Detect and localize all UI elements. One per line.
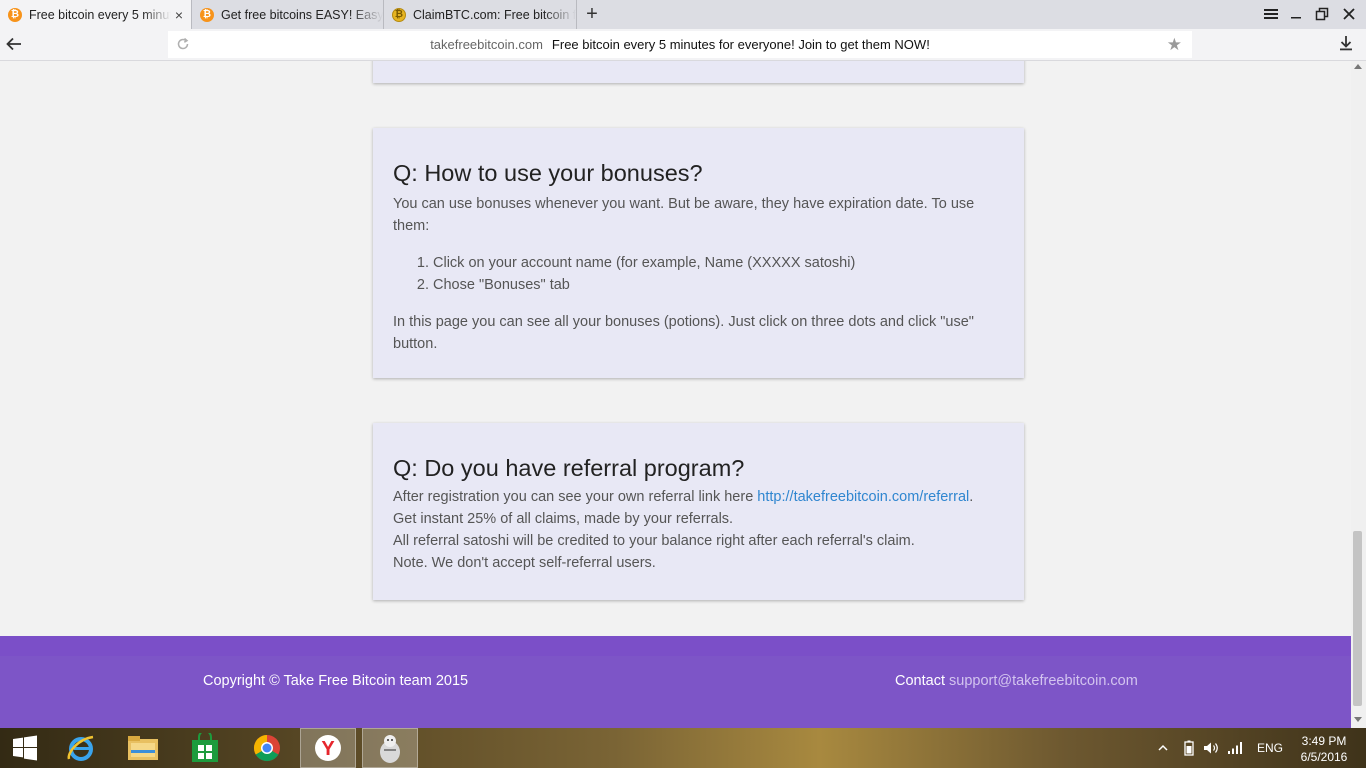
- network-signal-icon[interactable]: [1227, 728, 1243, 768]
- clock-date: 6/5/2016: [1300, 750, 1348, 764]
- tab-claimbtc[interactable]: ₿ ClaimBTC.com: Free bitcoin faucet: [384, 0, 577, 29]
- referral-link[interactable]: http://takefreebitcoin.com/referral: [757, 489, 969, 505]
- tab-easy-bitcoin[interactable]: ₿ Get free bitcoins EASY! Easy Bitcoin F…: [192, 0, 384, 29]
- chrome-icon[interactable]: [239, 728, 295, 768]
- bookmark-star-icon[interactable]: ★: [1167, 36, 1182, 53]
- faq-answer-intro: You can use bonuses whenever you want. B…: [393, 196, 975, 234]
- back-arrow-icon[interactable]: [4, 34, 24, 54]
- contact-info: Contact support@takefreebitcoin.com: [895, 673, 1138, 689]
- copyright-text: Copyright © Take Free Bitcoin team 2015: [203, 673, 469, 689]
- game-app-icon[interactable]: [362, 728, 418, 768]
- vertical-scrollbar[interactable]: [1351, 61, 1366, 728]
- faq-answer-outro: In this page you can see all your bonuse…: [393, 314, 974, 352]
- page-content: Q: How to use your bonuses? You can use …: [0, 61, 1351, 728]
- faq-question: Q: Do you have referral program?: [393, 455, 745, 481]
- volume-icon[interactable]: [1203, 728, 1219, 768]
- contact-email-link[interactable]: support@takefreebitcoin.com: [949, 673, 1138, 689]
- scroll-thumb[interactable]: [1353, 531, 1362, 706]
- svg-text:Y: Y: [321, 738, 335, 760]
- page-title: Free bitcoin every 5 minutes for everyon…: [551, 37, 930, 52]
- clock-time: 3:49 PM: [1301, 734, 1347, 748]
- bitcoin-icon: ₿: [200, 7, 214, 22]
- bitcoin-icon: ₿: [8, 7, 22, 22]
- tab-label: Get free bitcoins EASY! Easy Bitcoin Fau…: [221, 7, 383, 22]
- battery-icon[interactable]: [1184, 728, 1194, 768]
- faq-answer-line: All referral satoshi will be credited to…: [393, 533, 915, 549]
- minimize-icon[interactable]: [1286, 4, 1306, 24]
- faq-answer-line: Note. We don't accept self-referral user…: [393, 555, 656, 571]
- system-clock[interactable]: 3:49 PM 6/5/2016: [1290, 733, 1358, 765]
- tab-label: Free bitcoin every 5 minutes for everyon…: [29, 7, 171, 22]
- tab-label: ClaimBTC.com: Free bitcoin faucet: [413, 7, 576, 22]
- list-item: Chose "Bonuses" tab: [433, 274, 1004, 296]
- punctuation: .: [969, 489, 974, 505]
- faq-card-bonuses: Q: How to use your bonuses? You can use …: [373, 128, 1024, 378]
- site-footer: Copyright © Take Free Bitcoin team 2015 …: [0, 636, 1351, 728]
- address-bar: takefreebitcoin.com Free bitcoin every 5…: [0, 29, 1366, 61]
- tab-strip: ₿ Free bitcoin every 5 minutes for every…: [0, 0, 1366, 29]
- footer-band: [0, 636, 1351, 656]
- scroll-down-arrow-icon[interactable]: [1354, 717, 1362, 722]
- windows-taskbar: Y ENG 3:49 PM 6/5/2016: [0, 728, 1366, 768]
- store-icon[interactable]: [177, 728, 233, 768]
- faq-card-previous: [373, 61, 1024, 83]
- internet-explorer-icon[interactable]: [53, 728, 109, 768]
- faq-steps-list: Click on your account name (for example,…: [393, 252, 1004, 296]
- show-hidden-icons[interactable]: [1158, 728, 1168, 768]
- close-tab-icon[interactable]: ×: [171, 7, 187, 23]
- faq-answer-line: Get instant 25% of all claims, made by y…: [393, 511, 734, 527]
- list-item: Click on your account name (for example,…: [433, 252, 1004, 274]
- menu-icon[interactable]: [1261, 4, 1281, 24]
- start-button[interactable]: [0, 728, 50, 768]
- restore-icon[interactable]: [1312, 4, 1332, 24]
- faq-answer-line: After registration you can see your own …: [393, 486, 1004, 508]
- language-indicator[interactable]: ENG: [1257, 728, 1283, 768]
- windows-logo-icon: [13, 735, 37, 761]
- faq-question: Q: How to use your bonuses?: [393, 160, 703, 186]
- referral-text: After registration you can see your own …: [393, 489, 758, 505]
- new-tab-button[interactable]: +: [583, 3, 601, 25]
- scroll-up-arrow-icon[interactable]: [1354, 64, 1362, 69]
- coin-icon: ₿: [392, 7, 406, 22]
- url-domain: takefreebitcoin.com: [430, 37, 543, 52]
- url-field[interactable]: takefreebitcoin.com Free bitcoin every 5…: [168, 31, 1192, 58]
- faq-card-referral: Q: Do you have referral program? After r…: [373, 423, 1024, 600]
- yandex-browser-icon[interactable]: Y: [300, 728, 356, 768]
- close-window-icon[interactable]: [1339, 4, 1359, 24]
- tab-takefreebitcoin[interactable]: ₿ Free bitcoin every 5 minutes for every…: [0, 0, 192, 29]
- file-explorer-icon[interactable]: [115, 728, 171, 768]
- contact-label: Contact: [895, 673, 949, 689]
- download-icon[interactable]: [1338, 35, 1356, 53]
